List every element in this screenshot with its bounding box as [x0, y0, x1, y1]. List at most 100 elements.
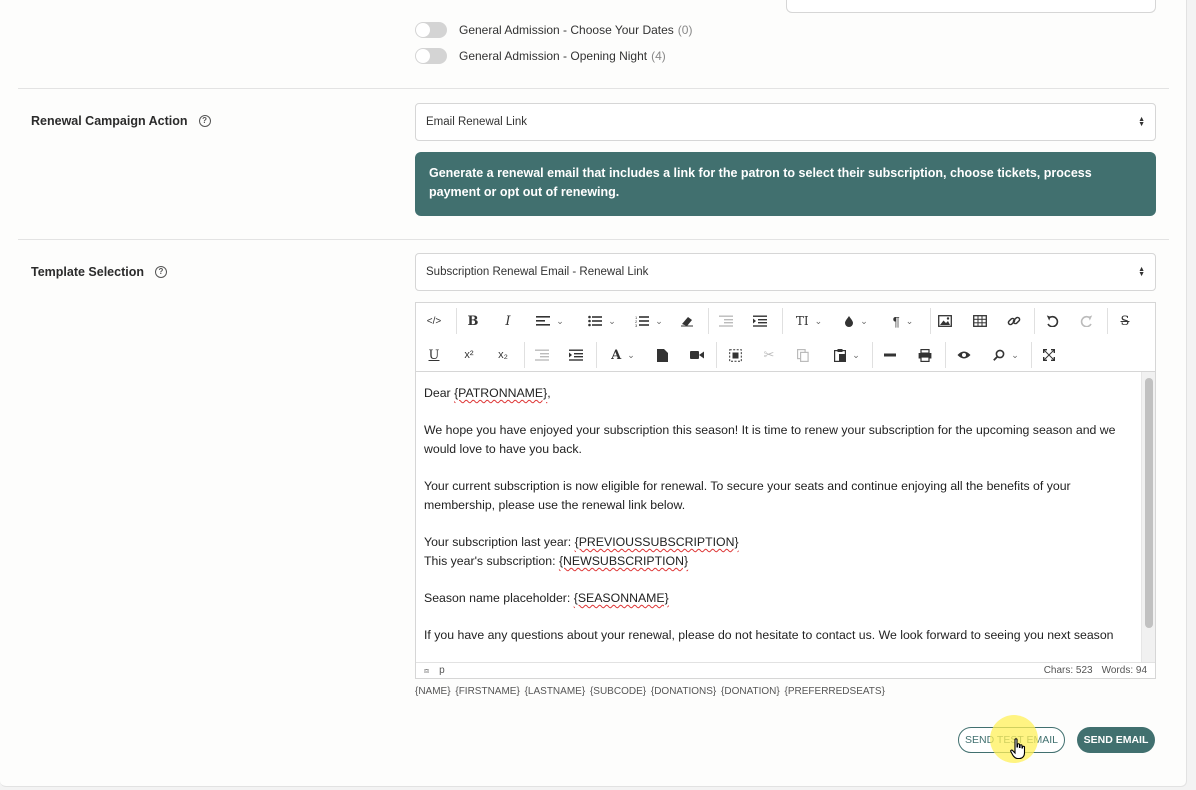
template-selection-label-row: Template Selection ? — [31, 265, 167, 279]
subscript-icon[interactable]: x₂ — [492, 344, 514, 366]
font-color-dropdown[interactable]: A ⌄ — [605, 344, 641, 366]
line-text: Season name placeholder: — [424, 591, 574, 605]
element-path: p — [439, 665, 445, 676]
fullscreen-icon[interactable] — [1039, 344, 1059, 366]
help-icon[interactable]: ? — [198, 115, 211, 127]
toolbar-separator — [782, 308, 783, 334]
placeholder-token: {NEWSUBSCRIPTION} — [558, 554, 689, 568]
outdent-icon[interactable] — [716, 310, 736, 332]
font-color-icon: A — [611, 347, 622, 363]
toolbar-separator — [708, 308, 709, 334]
toggle-row-opening-night: General Admission - Opening Night (4) — [415, 47, 666, 65]
svg-text:3: 3 — [635, 323, 638, 327]
outdent-icon[interactable] — [532, 344, 552, 366]
placeholder-tags: {NAME} {FIRSTNAME} {LASTNAME} {SUBCODE} … — [415, 686, 885, 697]
toggle-label: General Admission - Opening Night — [459, 49, 648, 63]
paste-dropdown[interactable]: ⌄ — [829, 344, 865, 366]
print-icon[interactable] — [915, 344, 935, 366]
pilcrow-icon: ¶ — [892, 313, 900, 329]
email-line-season: Season name placeholder: {SEASONNAME} — [424, 589, 1134, 608]
align-left-icon — [536, 316, 551, 326]
editor-content[interactable]: Dear {PATRONNAME}, We hope you have enjo… — [416, 372, 1142, 664]
font-size-icon: TI — [795, 314, 809, 328]
toolbar-separator — [1034, 308, 1035, 334]
drop-icon — [845, 316, 854, 327]
file-icon[interactable] — [652, 344, 672, 366]
code-view-icon[interactable]: </> — [424, 310, 444, 332]
find-dropdown[interactable]: ⌄ — [988, 344, 1024, 366]
toolbar-separator — [1031, 342, 1032, 368]
eraser-icon[interactable] — [678, 310, 696, 332]
horizontal-rule-icon[interactable] — [880, 344, 900, 366]
email-greeting: Dear {PATRONNAME}, — [424, 384, 1134, 403]
paragraph-dropdown[interactable]: ¶ ⌄ — [884, 310, 922, 332]
greeting-punctuation: , — [547, 386, 551, 400]
image-icon[interactable] — [935, 310, 955, 332]
underline-icon[interactable]: U — [424, 344, 444, 366]
line-text: This year's subscription: — [424, 554, 559, 568]
indent-icon[interactable] — [566, 344, 586, 366]
word-count: Words: 94 — [1101, 665, 1147, 676]
toolbar-separator — [945, 342, 946, 368]
italic-icon[interactable]: I — [499, 310, 517, 332]
template-select-value: Subscription Renewal Email - Renewal Lin… — [426, 266, 649, 278]
editor-statusbar: ⧈ p Chars: 523 Words: 94 — [416, 662, 1155, 678]
form-card: General Admission - Choose Your Dates (0… — [0, 0, 1187, 787]
toolbar-separator — [456, 308, 457, 334]
strikethrough-icon[interactable]: S — [1115, 310, 1135, 332]
bold-icon[interactable]: B — [464, 310, 482, 332]
preview-eye-icon[interactable] — [954, 344, 974, 366]
superscript-icon[interactable]: x² — [458, 344, 480, 366]
font-size-dropdown[interactable]: TI ⌄ — [790, 310, 828, 332]
greeting-text: Dear — [424, 386, 455, 400]
select-arrows-icon: ▲ ▼ — [1138, 266, 1145, 278]
color-dropdown[interactable]: ⌄ — [838, 310, 874, 332]
renewal-action-label-row: Renewal Campaign Action ? — [31, 114, 211, 128]
placeholder-token: {PATRONNAME} — [454, 386, 548, 400]
toggle-switch-choose-dates[interactable] — [415, 22, 447, 38]
editor-toolbar: </> B I ⌄ ⌄ 1 2 3 ⌄ TI ⌄ ⌄ ¶ ⌄ S U x² x₂… — [416, 303, 1155, 372]
undo-icon[interactable] — [1042, 310, 1062, 332]
bullet-list-dropdown[interactable]: ⌄ — [584, 310, 620, 332]
indent-icon[interactable] — [750, 310, 770, 332]
divider — [18, 239, 1169, 240]
template-select[interactable]: Subscription Renewal Email - Renewal Lin… — [415, 253, 1156, 291]
cut-icon[interactable]: ✂ — [759, 344, 779, 366]
numbered-list-dropdown[interactable]: 1 2 3 ⌄ — [631, 310, 667, 332]
placeholder-token: {SEASONNAME} — [573, 591, 669, 605]
template-selection-label: Template Selection — [31, 265, 144, 279]
placeholder-token: {PREVIOUSSUBSCRIPTION} — [574, 535, 739, 549]
link-icon[interactable] — [1004, 310, 1024, 332]
clipboard-icon — [834, 348, 847, 362]
toolbar-separator — [1107, 308, 1108, 334]
toolbar-separator — [872, 342, 873, 368]
renewal-action-select[interactable]: Email Renewal Link ▲ ▼ — [415, 103, 1156, 141]
toolbar-separator — [524, 342, 525, 368]
scrollbar-thumb[interactable] — [1145, 378, 1153, 628]
resize-grip-icon: ⧈ — [424, 665, 430, 675]
previous-field-box[interactable] — [786, 0, 1156, 13]
video-icon[interactable] — [687, 344, 707, 366]
toggle-count: (0) — [677, 23, 693, 37]
toolbar-separator — [930, 308, 931, 334]
select-all-icon[interactable] — [725, 344, 745, 366]
copy-icon[interactable] — [793, 344, 813, 366]
toggle-switch-opening-night[interactable] — [415, 48, 447, 64]
bullet-list-icon — [588, 315, 603, 327]
send-email-button[interactable]: SEND EMAIL — [1077, 727, 1155, 753]
numbered-list-icon: 123 — [635, 315, 650, 327]
renewal-action-label: Renewal Campaign Action — [31, 114, 188, 128]
help-icon[interactable]: ? — [155, 266, 167, 278]
toolbar-separator — [596, 342, 597, 368]
align-dropdown[interactable]: ⌄ — [532, 310, 568, 332]
toggle-label: General Admission - Choose Your Dates — [459, 23, 674, 37]
send-test-email-button[interactable]: SEND TEST EMAIL — [958, 727, 1065, 753]
toggle-row-choose-dates: General Admission - Choose Your Dates (0… — [415, 21, 692, 39]
rich-text-editor: </> B I ⌄ ⌄ 1 2 3 ⌄ TI ⌄ ⌄ ¶ ⌄ S U x² x₂… — [415, 302, 1156, 679]
editor-scrollbar[interactable] — [1141, 372, 1155, 664]
toolbar-separator — [716, 342, 717, 368]
table-icon[interactable] — [970, 310, 990, 332]
email-line-this-year: This year's subscription: {NEWSUBSCRIPTI… — [424, 552, 1134, 571]
email-paragraph: If you have any questions about your ren… — [424, 628, 1114, 642]
redo-icon[interactable] — [1077, 310, 1097, 332]
